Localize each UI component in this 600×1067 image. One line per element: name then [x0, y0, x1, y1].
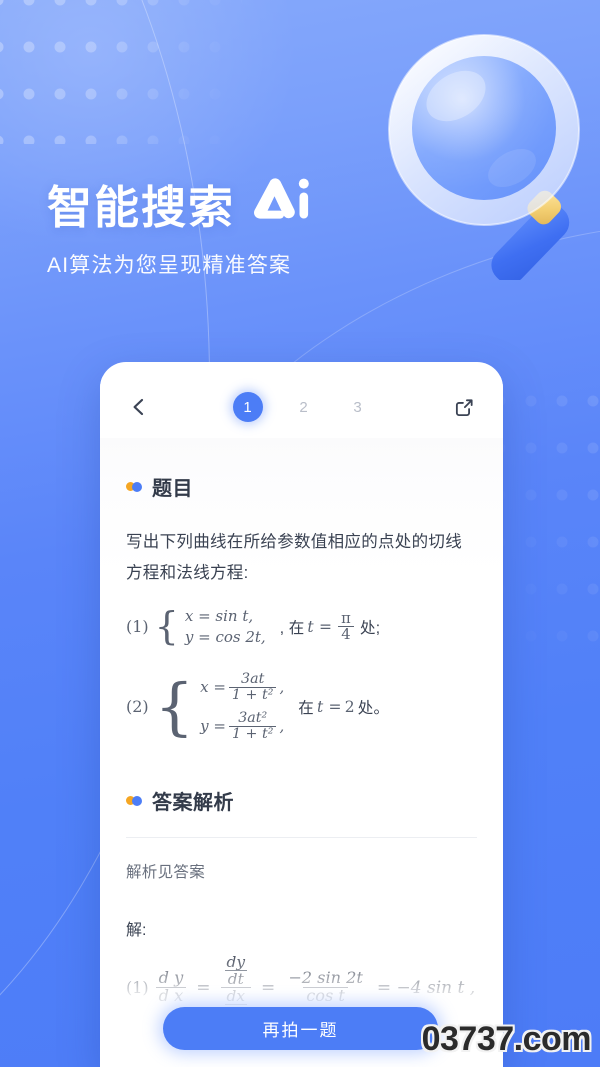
answer-divider: [126, 836, 477, 838]
solution-frac-num: −2 sin 2t: [288, 968, 363, 988]
solution-lhs-den: d x: [155, 987, 187, 1005]
solution-lhs-fraction: d y d x: [155, 968, 187, 1005]
question-item-1-condition: , 在 t = π 4 处;: [279, 609, 381, 643]
brace-icon: {: [154, 604, 179, 649]
page-tab-1[interactable]: 1: [232, 392, 263, 422]
share-button[interactable]: [451, 394, 477, 420]
answer-note: 解析见答案: [126, 863, 206, 881]
q2-l1-den: 1 + t²: [228, 686, 277, 703]
question-item-1-line1: x = sin t,: [184, 607, 254, 625]
q2-l2-fraction: 3at² 1 + t²: [228, 709, 277, 742]
question-item-2-line1: x = 3at 1 + t² ,: [200, 672, 284, 703]
q2-cond-val: 2: [344, 697, 355, 716]
q2-l2-tail: ,: [279, 717, 285, 736]
phone-preview-card: 1 2 3 题目 写出下列曲线在所给参数值相应的点处的切线方程和法线方程: (1…: [100, 362, 503, 1067]
retake-photo-button[interactable]: 再拍一题: [163, 1007, 438, 1050]
dot-pattern-right: [494, 395, 600, 655]
q2-l1-lhs: x =: [200, 678, 226, 697]
q2-l2-lhs: y =: [200, 717, 226, 736]
q2-l1-tail: ,: [279, 678, 285, 697]
card-header: 1 2 3: [100, 376, 503, 438]
q1-cond-prefix: , 在: [279, 619, 305, 637]
q2-l2-num: 3at²: [238, 709, 268, 726]
question-item-1-line2: y = cos 2t,: [184, 628, 266, 646]
answer-section-title: 答案解析: [152, 791, 234, 814]
q2-l2-den: 1 + t²: [228, 725, 277, 742]
q1-cond-suffix: 处;: [360, 619, 381, 637]
page-title: 智能搜索: [47, 182, 236, 234]
hero-block: 智能搜索 AI算法为您呈现精准答案: [47, 176, 313, 279]
solution-frac-den: cos t: [303, 987, 348, 1005]
solution-number: (1): [126, 978, 149, 998]
q2-cond-var: t =: [316, 697, 342, 716]
dot-pattern-top-left: [0, 0, 242, 144]
q2-l1-fraction: 3at 1 + t²: [228, 671, 277, 703]
solution-mid-den: dt: [224, 969, 247, 987]
solution-label: 解:: [126, 921, 147, 939]
solution-main-fraction: −2 sin 2t cos t: [285, 968, 366, 1005]
app-screen: 智能搜索 AI算法为您呈现精准答案 1 2 3 题目 写出下列曲线在所给参数值相…: [0, 0, 600, 1067]
solution-mid-num: dy: [226, 952, 245, 971]
question-section-title: 题目: [152, 478, 193, 500]
solution-result: = −4 sin t ,: [376, 977, 476, 998]
magnifier-illustration: [372, 18, 600, 284]
page-tab-2[interactable]: 2: [291, 394, 317, 420]
question-item-1: (1) { x = sin t, y = cos 2t, , 在 t = π 4…: [126, 607, 477, 646]
page-indicator: 1 2 3: [152, 392, 451, 422]
page-tab-3[interactable]: 3: [345, 394, 371, 420]
q2-l1-num: 3at: [241, 671, 265, 687]
eq-sign-2: =: [261, 977, 276, 998]
answer-section-header: 答案解析: [126, 742, 477, 815]
question-item-2-number: (2): [126, 697, 149, 717]
brace-icon-tall: {: [154, 670, 195, 744]
solution-mid-top: dy dt: [221, 954, 251, 987]
q2-cond-prefix: 在: [298, 699, 314, 717]
card-body: 题目 写出下列曲线在所给参数值相应的点处的切线方程和法线方程: (1) { x …: [100, 438, 503, 1067]
q2-cond-suffix: 处。: [357, 699, 390, 717]
eq-sign-1: =: [196, 977, 211, 998]
q1-cond-den: 4: [338, 626, 354, 642]
solution-mid2-num: dx: [226, 987, 245, 1006]
chevron-left-icon: [133, 398, 144, 416]
q1-cond-fraction: π 4: [338, 609, 354, 643]
ai-logo-icon: [251, 176, 313, 224]
question-item-2-line2: y = 3at² 1 + t² ,: [200, 709, 285, 742]
question-item-2: (2) { x = 3at 1 + t² , y = 3at² 1 + t² ,…: [126, 672, 477, 742]
q1-cond-var: t =: [307, 617, 333, 636]
section-dot-icon: [126, 481, 143, 492]
solution-lhs-num: d y: [158, 968, 184, 988]
external-link-icon: [455, 398, 473, 416]
question-item-1-number: (1): [126, 617, 149, 636]
q1-cond-num: π: [341, 609, 352, 627]
question-section-header: 题目: [126, 438, 477, 501]
question-prompt: 写出下列曲线在所给参数值相应的点处的切线方程和法线方程:: [126, 533, 462, 582]
section-dot-icon-answer: [126, 795, 143, 806]
page-subtitle: AI算法为您呈现精准答案: [47, 254, 292, 277]
back-button[interactable]: [126, 394, 152, 420]
question-item-2-condition: 在 t = 2 处。: [298, 696, 389, 718]
